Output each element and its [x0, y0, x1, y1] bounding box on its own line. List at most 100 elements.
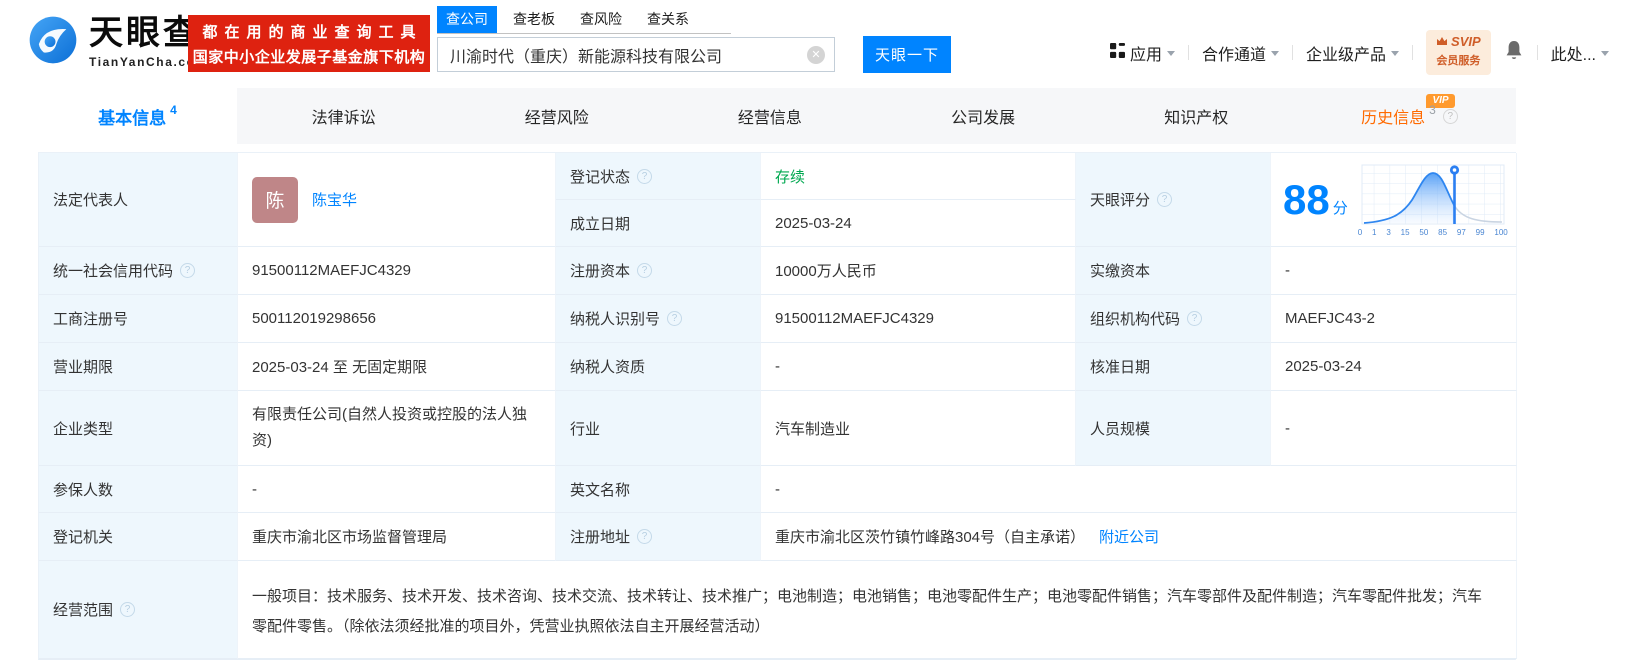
field-value-credit-code: 91500112MAEFJC4329: [238, 247, 556, 295]
axis-tick: 0: [1358, 228, 1362, 237]
search-button[interactable]: 天眼一下: [863, 36, 951, 73]
value-text: 汽车制造业: [775, 418, 850, 439]
tab-business-info[interactable]: 经营信息: [663, 88, 876, 144]
value-text: -: [1285, 262, 1290, 279]
field-value-reg-status: 存续: [761, 153, 1076, 200]
banner-line2: 国家中小企业发展子基金旗下机构: [193, 46, 426, 67]
nearby-companies-link[interactable]: 附近公司: [1099, 526, 1159, 547]
field-label-business-term: 营业期限: [39, 343, 238, 391]
axis-tick: 50: [1419, 228, 1428, 237]
value-text: -: [1285, 420, 1290, 437]
field-label-reg-status: 登记状态 ?: [556, 153, 761, 200]
tab-intellectual-property[interactable]: 知识产权: [1090, 88, 1303, 144]
axis-tick: 15: [1401, 228, 1410, 237]
field-value-org-code: MAEFJC43-2: [1271, 295, 1517, 343]
avatar[interactable]: 陈: [252, 177, 298, 223]
nav-enterprise[interactable]: 企业级产品: [1306, 41, 1399, 65]
field-value-reg-number: 500112019298656: [238, 295, 556, 343]
label-text: 核准日期: [1090, 356, 1150, 377]
label-text: 参保人数: [53, 479, 113, 500]
field-value-business-term: 2025-03-24 至 无固定期限: [238, 343, 556, 391]
field-value-approval-date: 2025-03-24: [1271, 343, 1517, 391]
tab-label: 法律诉讼: [312, 104, 376, 128]
help-icon[interactable]: ?: [637, 263, 652, 278]
bell-icon: [1504, 39, 1524, 66]
search-tab-boss[interactable]: 查老板: [504, 6, 564, 33]
help-icon[interactable]: ?: [637, 529, 652, 544]
help-icon[interactable]: ?: [180, 263, 195, 278]
field-value-taxpayer-id: 91500112MAEFJC4329: [761, 295, 1076, 343]
field-label-staff-size: 人员规模: [1076, 391, 1271, 466]
tab-legal-litigation[interactable]: 法律诉讼: [237, 88, 450, 144]
label-text: 纳税人资质: [570, 356, 645, 377]
help-icon[interactable]: ?: [120, 602, 135, 617]
tab-history-info[interactable]: VIP 历史信息 3 ?: [1303, 88, 1516, 144]
axis-tick: 97: [1457, 228, 1466, 237]
svip-sublabel: 会员服务: [1436, 55, 1480, 67]
field-label-org-code: 组织机构代码 ?: [1076, 295, 1271, 343]
promo-banner: 都在用的商业查询工具 国家中小企业发展子基金旗下机构: [188, 15, 430, 72]
field-value-paid-capital: -: [1271, 247, 1517, 295]
tab-basic-info[interactable]: 基本信息 4: [38, 88, 237, 144]
value-text: -: [252, 481, 257, 498]
search-tab-company[interactable]: 查公司: [437, 6, 497, 33]
label-text: 成立日期: [570, 213, 630, 234]
field-label-reg-authority: 登记机关: [39, 513, 238, 561]
score-distribution-chart: 0 1 3 15 50 85 97 99 100: [1358, 163, 1508, 237]
field-label-taxpayer-id: 纳税人识别号 ?: [556, 295, 761, 343]
nav-apps[interactable]: 应用: [1110, 41, 1175, 65]
field-value-reg-capital: 10000万人民币: [761, 247, 1076, 295]
nav-cooperation[interactable]: 合作通道: [1202, 41, 1279, 65]
field-label-score: 天眼评分 ?: [1076, 153, 1271, 247]
help-icon[interactable]: ?: [1157, 192, 1172, 207]
label-text: 天眼评分: [1090, 189, 1150, 210]
banner-line1: 都在用的商业查询工具: [202, 21, 422, 42]
help-icon[interactable]: ?: [637, 169, 652, 184]
label-text: 工商注册号: [53, 308, 128, 329]
help-icon[interactable]: ?: [1187, 311, 1202, 326]
field-value-taxpayer-quality: -: [761, 343, 1076, 391]
value-text: 重庆市渝北区市场监督管理局: [252, 526, 447, 547]
axis-tick: 100: [1494, 228, 1507, 237]
value-text: 10000万人民币: [775, 260, 877, 281]
tab-company-development[interactable]: 公司发展: [877, 88, 1090, 144]
svip-label: SVIP: [1451, 34, 1481, 50]
notification-bell[interactable]: [1504, 39, 1524, 66]
axis-tick: 85: [1438, 228, 1447, 237]
nav-divider: [1537, 45, 1538, 60]
search-tab-relation[interactable]: 查关系: [638, 6, 698, 33]
score-unit: 分: [1333, 197, 1348, 218]
tab-label: 历史信息: [1361, 104, 1425, 128]
value-text: 2025-03-24: [1285, 358, 1362, 375]
field-value-industry: 汽车制造业: [761, 391, 1076, 466]
help-icon[interactable]: ?: [667, 311, 682, 326]
search-tab-risk[interactable]: 查风险: [571, 6, 631, 33]
value-text: 2025-03-24 至 无固定期限: [252, 356, 427, 377]
legal-rep-link[interactable]: 陈宝华: [312, 189, 357, 210]
chevron-down-icon: [1167, 51, 1175, 56]
tianyancha-eye-icon: [28, 15, 78, 70]
label-text: 组织机构代码: [1090, 308, 1180, 329]
svip-member-button[interactable]: SVIP 会员服务: [1426, 30, 1491, 75]
help-icon[interactable]: ?: [1443, 109, 1458, 124]
axis-tick: 1: [1372, 228, 1376, 237]
tab-label: 经营信息: [738, 104, 802, 128]
value-text: MAEFJC43-2: [1285, 310, 1375, 327]
label-text: 经营范围: [53, 599, 113, 620]
clear-icon[interactable]: ✕: [807, 46, 825, 64]
search-tabs: 查公司 查老板 查风险 查关系: [437, 6, 731, 34]
field-label-business-scope: 经营范围 ?: [39, 561, 238, 659]
field-label-english-name: 英文名称: [556, 466, 761, 513]
tianyancha-logo[interactable]: 天眼查 TianYanCha.com: [28, 15, 208, 70]
field-label-establish-date: 成立日期: [556, 200, 761, 247]
user-menu[interactable]: 此处...: [1551, 41, 1609, 65]
label-text: 人员规模: [1090, 418, 1150, 439]
label-text: 登记状态: [570, 166, 630, 187]
field-value-reg-address: 重庆市渝北区茨竹镇竹峰路304号（自主承诺） 附近公司: [761, 513, 1517, 561]
label-text: 实缴资本: [1090, 260, 1150, 281]
chevron-down-icon: [1391, 51, 1399, 56]
field-label-credit-code: 统一社会信用代码 ?: [39, 247, 238, 295]
nav-enterprise-label: 企业级产品: [1306, 41, 1386, 65]
tab-operation-risk[interactable]: 经营风险: [450, 88, 663, 144]
search-input[interactable]: [438, 38, 834, 71]
